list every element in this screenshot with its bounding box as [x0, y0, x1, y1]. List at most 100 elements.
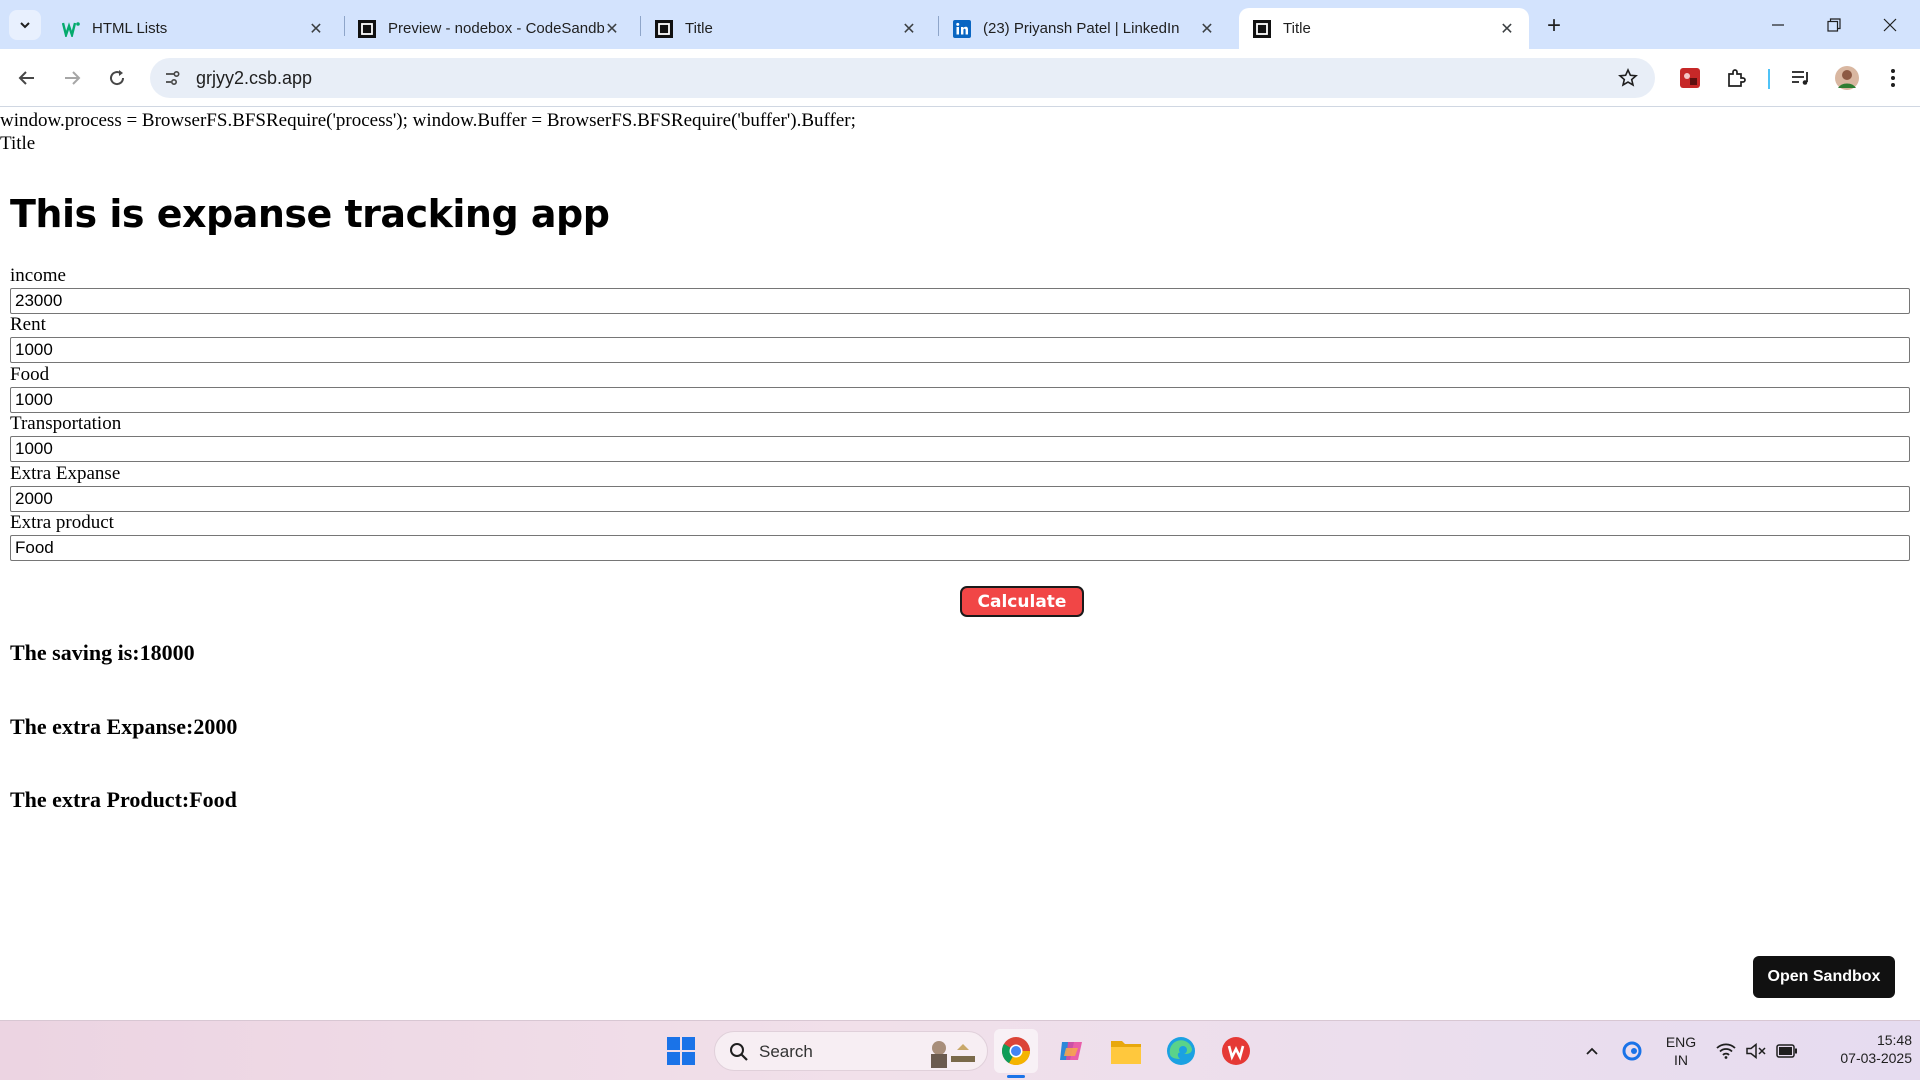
- extra-expanse-input[interactable]: [10, 486, 1910, 512]
- search-icon: [730, 1043, 748, 1061]
- income-input[interactable]: [10, 288, 1910, 314]
- profile-avatar[interactable]: [1834, 65, 1860, 91]
- extension-icon[interactable]: [1677, 65, 1703, 91]
- new-tab-button[interactable]: +: [1538, 12, 1570, 40]
- tab-codesandbox-preview[interactable]: Preview - nodebox - CodeSandbox ✕: [344, 8, 634, 49]
- browser-menu-button[interactable]: [1880, 65, 1906, 91]
- date-text: 07-03-2025: [1840, 1050, 1912, 1066]
- url-text: grjyy2.csb.app: [196, 68, 313, 88]
- income-label: income: [10, 265, 66, 286]
- search-highlight-image: [931, 1041, 975, 1068]
- wifi-icon[interactable]: [1715, 1041, 1737, 1061]
- extra-product-input[interactable]: [10, 535, 1910, 561]
- active-app-indicator: [1007, 1075, 1025, 1078]
- tab-label: Preview - nodebox - CodeSandbox: [388, 20, 604, 37]
- arrow-left-icon: [18, 71, 34, 85]
- calculate-button[interactable]: Calculate: [960, 586, 1084, 617]
- language-text: ENG: [1665, 1034, 1697, 1050]
- script-text: window.process = BrowserFS.BFSRequire('p…: [0, 110, 856, 131]
- browser-tab-strip: HTML Lists ✕ Preview - nodebox - CodeSan…: [0, 0, 1920, 49]
- title-text: Title: [0, 133, 36, 154]
- reload-button[interactable]: [100, 61, 134, 95]
- windows-taskbar: Search ENG IN 15:48 07-03-2025: [0, 1020, 1920, 1080]
- folder-icon: [1111, 1041, 1141, 1064]
- close-icon: [1883, 18, 1897, 31]
- windows-logo-icon: [667, 1037, 695, 1065]
- tab-search-button[interactable]: [9, 10, 41, 40]
- wps-office-icon: [1222, 1037, 1250, 1065]
- close-window-button[interactable]: [1862, 0, 1918, 49]
- close-icon[interactable]: ✕: [1199, 21, 1215, 38]
- extra-expanse-result: The extra Expanse:2000: [10, 714, 238, 739]
- extra-product-result: The extra Product:Food: [10, 787, 237, 812]
- language-indicator[interactable]: ENG IN: [1660, 1033, 1702, 1069]
- codesandbox-icon: [1253, 19, 1271, 38]
- media-controls-icon[interactable]: [1788, 65, 1814, 91]
- close-icon[interactable]: ✕: [308, 21, 324, 38]
- close-icon[interactable]: ✕: [1499, 21, 1515, 38]
- tab-label: Title: [685, 20, 713, 37]
- tab-title-active[interactable]: Title ✕: [1239, 8, 1529, 49]
- page-content: window.process = BrowserFS.BFSRequire('p…: [0, 108, 1920, 1020]
- minimize-button[interactable]: [1750, 0, 1806, 49]
- codesandbox-icon: [655, 19, 673, 38]
- extensions-puzzle-icon[interactable]: [1723, 65, 1749, 91]
- copilot-icon: [1060, 1042, 1082, 1060]
- tab-label: Title: [1283, 20, 1311, 37]
- minimize-icon: [1772, 23, 1784, 26]
- arrow-right-icon: [65, 71, 81, 85]
- taskbar-edge[interactable]: [1159, 1029, 1203, 1073]
- plus-icon: +: [1546, 12, 1561, 39]
- close-icon[interactable]: ✕: [901, 21, 917, 38]
- taskbar-search[interactable]: Search: [714, 1031, 988, 1071]
- time-text: 15:48: [1876, 1032, 1912, 1048]
- show-hidden-icons-button[interactable]: [1581, 1041, 1603, 1061]
- taskbar-chrome[interactable]: [994, 1029, 1038, 1073]
- reload-icon: [110, 70, 125, 86]
- food-label: Food: [10, 364, 50, 385]
- battery-icon[interactable]: [1776, 1041, 1798, 1061]
- more-vertical-icon: [1891, 69, 1895, 87]
- tab-linkedin[interactable]: (23) Priyansh Patel | LinkedIn ✕: [939, 8, 1229, 49]
- tab-title-1[interactable]: Title ✕: [641, 8, 931, 49]
- linkedin-icon: [953, 19, 971, 38]
- page-title: This is expanse tracking app: [10, 192, 610, 236]
- chrome-icon: [1002, 1037, 1030, 1065]
- extra-product-label: Extra product: [10, 512, 114, 533]
- toolbar-divider: [1768, 69, 1770, 89]
- food-input[interactable]: [10, 387, 1910, 413]
- chevron-up-icon: [1586, 1047, 1598, 1055]
- tray-app-icon[interactable]: [1621, 1041, 1643, 1061]
- rent-input[interactable]: [10, 337, 1910, 363]
- taskbar-copilot[interactable]: [1049, 1029, 1093, 1073]
- search-label: Search: [759, 1042, 813, 1061]
- forward-button[interactable]: [55, 61, 89, 95]
- clock[interactable]: 15:48 07-03-2025: [1808, 1031, 1912, 1067]
- taskbar-wps-office[interactable]: [1214, 1029, 1258, 1073]
- bookmark-star-icon[interactable]: [1617, 67, 1639, 89]
- site-info-icon[interactable]: [162, 68, 182, 88]
- restore-button[interactable]: [1806, 0, 1862, 49]
- address-bar[interactable]: grjyy2.csb.app: [150, 58, 1655, 98]
- volume-muted-icon[interactable]: [1745, 1041, 1767, 1061]
- restore-icon: [1827, 17, 1841, 32]
- rent-label: Rent: [10, 314, 46, 335]
- extra-expanse-label: Extra Expanse: [10, 463, 121, 484]
- back-button[interactable]: [10, 61, 44, 95]
- codesandbox-icon: [358, 19, 376, 38]
- browser-toolbar: grjyy2.csb.app: [0, 49, 1920, 107]
- saving-result: The saving is:18000: [10, 640, 195, 665]
- chevron-down-icon: [20, 22, 30, 29]
- open-sandbox-button[interactable]: Open Sandbox: [1753, 956, 1895, 998]
- w3schools-icon: [62, 20, 80, 38]
- start-button[interactable]: [659, 1029, 703, 1073]
- taskbar-file-explorer[interactable]: [1104, 1029, 1148, 1073]
- edge-icon: [1167, 1037, 1195, 1065]
- tab-label: HTML Lists: [92, 20, 168, 37]
- transportation-label: Transportation: [10, 413, 122, 434]
- transportation-input[interactable]: [10, 436, 1910, 462]
- close-icon[interactable]: ✕: [604, 21, 620, 38]
- tab-label: (23) Priyansh Patel | LinkedIn: [983, 20, 1180, 37]
- tab-html-lists[interactable]: HTML Lists ✕: [48, 8, 338, 49]
- region-text: IN: [1674, 1052, 1688, 1068]
